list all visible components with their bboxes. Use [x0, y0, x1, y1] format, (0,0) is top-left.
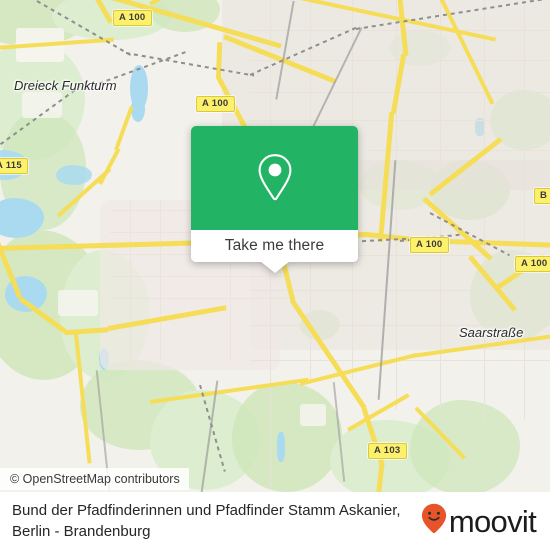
moovit-map-screenshot: Dreieck Funkturm Saarstraße A 100 A 100 … — [0, 0, 550, 550]
map-park — [410, 400, 520, 492]
map-park — [232, 382, 342, 492]
callout-action[interactable]: Take me there — [191, 230, 358, 262]
map-street — [250, 290, 550, 292]
map-water — [277, 432, 285, 462]
map-pin-icon — [257, 152, 293, 204]
map-water — [131, 96, 145, 122]
map-street — [484, 0, 486, 420]
map-street — [524, 0, 526, 420]
moovit-wordmark: moovit — [448, 503, 537, 539]
map-street — [440, 0, 442, 410]
map-street — [250, 92, 550, 94]
place-title: Bund der Pfadfinderinnen und Pfadfinder … — [12, 501, 401, 540]
footer-bar: Bund der Pfadfinderinnen und Pfadfinder … — [0, 492, 550, 550]
map-label-dreieck-funkturm: Dreieck Funkturm — [14, 78, 117, 93]
map-street — [110, 276, 290, 277]
road-shield-a100-north: A 100 — [113, 10, 152, 26]
callout-body: Take me there — [191, 126, 358, 262]
map-street — [396, 0, 398, 410]
osm-attribution-text: © OpenStreetMap contributors — [10, 472, 180, 486]
moovit-smile-pin-icon — [421, 503, 447, 539]
map-street — [250, 30, 550, 32]
map-label-saarstrasse: Saarstraße — [459, 325, 524, 340]
location-callout-card[interactable]: Take me there — [191, 126, 358, 273]
road-shield-a115-west: A 115 — [0, 158, 28, 174]
map-street — [110, 298, 290, 299]
take-me-there-label: Take me there — [224, 237, 325, 254]
road-shield-a100-east: A 100 — [515, 256, 550, 272]
map-street — [130, 200, 131, 360]
road-shield-a100-mid: A 100 — [410, 237, 449, 253]
map-canvas[interactable]: Dreieck Funkturm Saarstraße A 100 A 100 … — [0, 0, 550, 492]
callout-pointer — [260, 261, 290, 273]
road-shield-b-east: B — [534, 188, 550, 204]
callout-header — [191, 126, 358, 230]
osm-attribution[interactable]: © OpenStreetMap contributors — [0, 468, 189, 490]
map-water — [56, 165, 92, 185]
map-builtup — [300, 404, 326, 426]
map-builtup — [58, 290, 98, 316]
moovit-logo[interactable]: moovit — [421, 503, 537, 539]
road-shield-a100-upper: A 100 — [196, 96, 235, 112]
map-street — [160, 200, 161, 360]
road-shield-a103-south: A 103 — [368, 443, 407, 459]
map-street — [250, 120, 550, 122]
